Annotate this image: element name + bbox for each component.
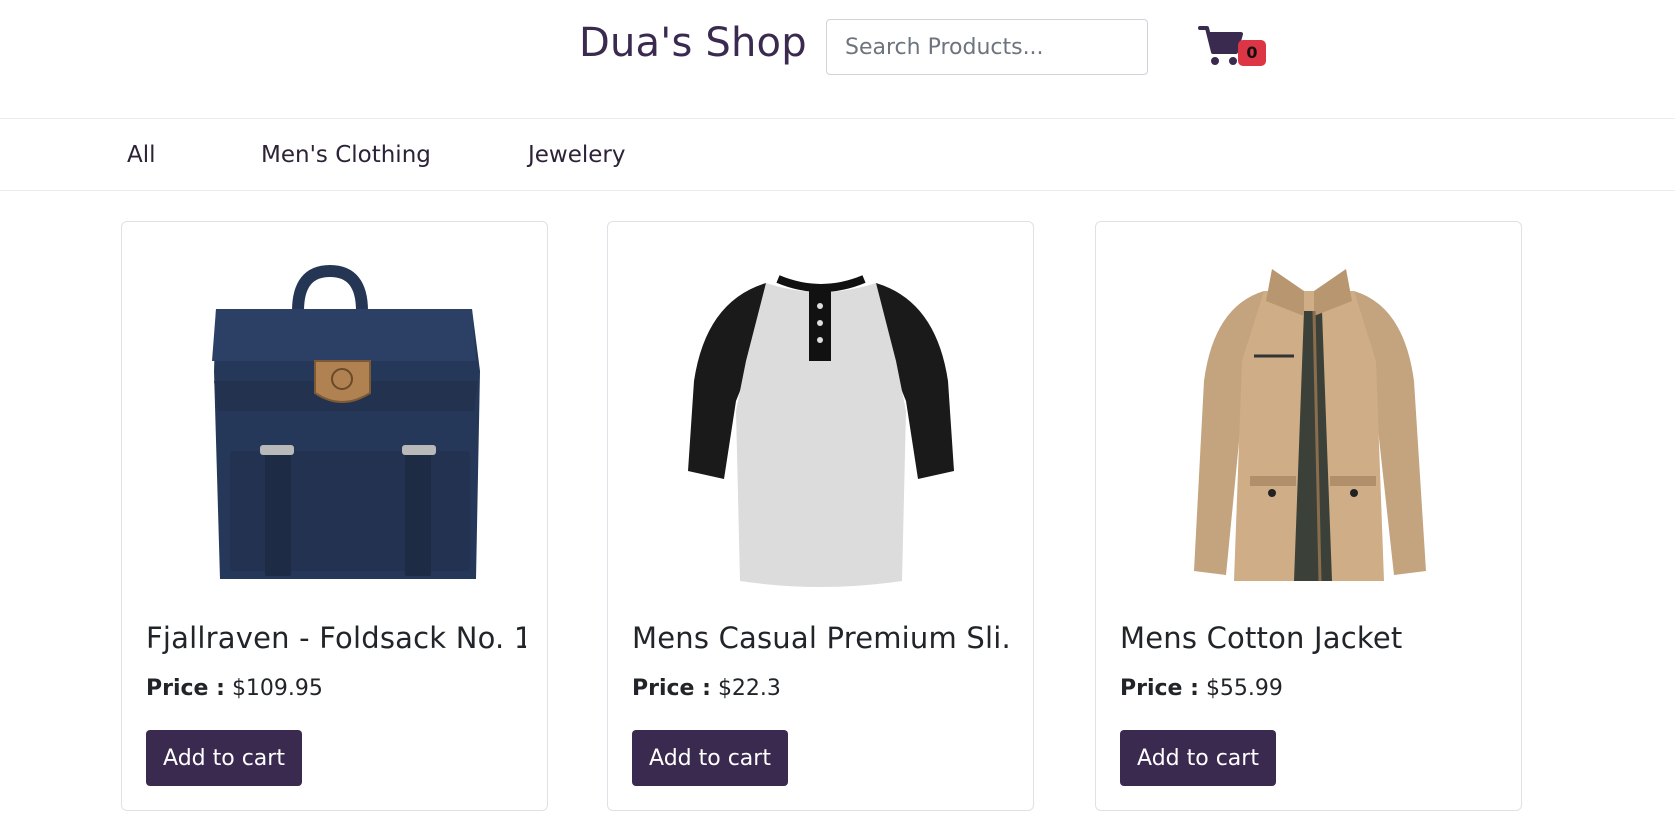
- product-price: Price : $55.99: [1120, 676, 1283, 701]
- price-value: $22.3: [717, 676, 781, 701]
- nav-item-all[interactable]: All: [127, 135, 156, 175]
- product-card: Fjallraven - Foldsack No. 1... Price : $…: [121, 221, 548, 811]
- product-title[interactable]: Mens Casual Premium Sli...: [632, 621, 1012, 655]
- price-value: $109.95: [231, 676, 323, 701]
- price-label: Price :: [1120, 676, 1199, 701]
- cart-button[interactable]: 0: [1198, 24, 1270, 72]
- product-card: Mens Cotton Jacket Price : $55.99 Add to…: [1095, 221, 1522, 811]
- price-value: $55.99: [1205, 676, 1283, 701]
- product-title[interactable]: Fjallraven - Foldsack No. 1...: [146, 621, 526, 655]
- add-to-cart-button[interactable]: Add to cart: [146, 730, 302, 786]
- nav-item-mens-clothing[interactable]: Men's Clothing: [261, 135, 431, 175]
- search-input[interactable]: [826, 19, 1148, 75]
- product-card: Mens Casual Premium Sli... Price : $22.3…: [607, 221, 1034, 811]
- price-label: Price :: [146, 676, 225, 701]
- header: Dua's Shop 0: [0, 0, 1675, 119]
- brand-title[interactable]: Dua's Shop: [579, 20, 807, 66]
- cart-count-badge: 0: [1238, 40, 1266, 66]
- backpack-image[interactable]: [122, 256, 547, 596]
- add-to-cart-button[interactable]: Add to cart: [1120, 730, 1276, 786]
- product-title[interactable]: Mens Cotton Jacket: [1120, 621, 1500, 655]
- add-to-cart-button[interactable]: Add to cart: [632, 730, 788, 786]
- product-price: Price : $109.95: [146, 676, 323, 701]
- category-nav: All Men's Clothing Jewelery: [0, 119, 1675, 191]
- raglan-shirt-image[interactable]: [608, 256, 1033, 596]
- nav-item-jewelery[interactable]: Jewelery: [528, 135, 626, 175]
- jacket-image[interactable]: [1096, 256, 1521, 596]
- price-label: Price :: [632, 676, 711, 701]
- product-price: Price : $22.3: [632, 676, 781, 701]
